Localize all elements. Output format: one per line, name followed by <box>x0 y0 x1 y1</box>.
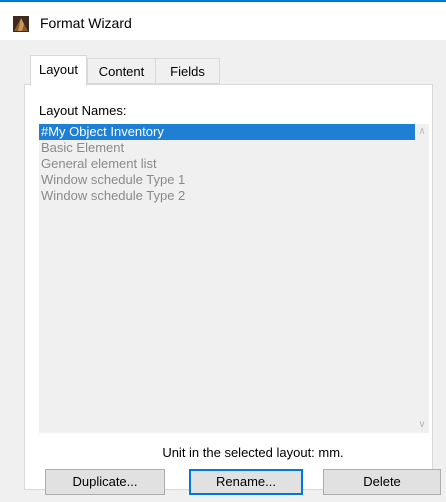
archicad-app-icon <box>13 16 29 32</box>
window-title: Format Wizard <box>40 15 132 31</box>
tab-fields[interactable]: Fields <box>155 58 220 84</box>
list-item-window-schedule-type-1[interactable]: Window schedule Type 1 <box>39 172 415 188</box>
list-item-my-object-inventory[interactable]: #My Object Inventory <box>39 124 415 140</box>
tab-layout[interactable]: Layout <box>30 55 87 86</box>
layout-names-list[interactable]: #My Object Inventory Basic Element Gener… <box>39 124 429 433</box>
list-item-basic-element[interactable]: Basic Element <box>39 140 415 156</box>
unit-info-text: Unit in the selected layout: mm. <box>162 445 344 460</box>
duplicate-button[interactable]: Duplicate... <box>45 469 165 495</box>
layout-names-label: Layout Names: <box>39 103 127 118</box>
rename-button[interactable]: Rename... <box>189 469 303 495</box>
title-bar[interactable]: Format Wizard <box>0 2 446 40</box>
list-item-general-element-list[interactable]: General element list <box>39 156 415 172</box>
scroll-down-icon[interactable]: ∨ <box>416 417 428 433</box>
scroll-up-icon[interactable]: ∧ <box>416 124 428 140</box>
delete-button[interactable]: Delete <box>323 469 441 495</box>
list-item-window-schedule-type-2[interactable]: Window schedule Type 2 <box>39 188 415 204</box>
tab-content[interactable]: Content <box>87 58 156 84</box>
